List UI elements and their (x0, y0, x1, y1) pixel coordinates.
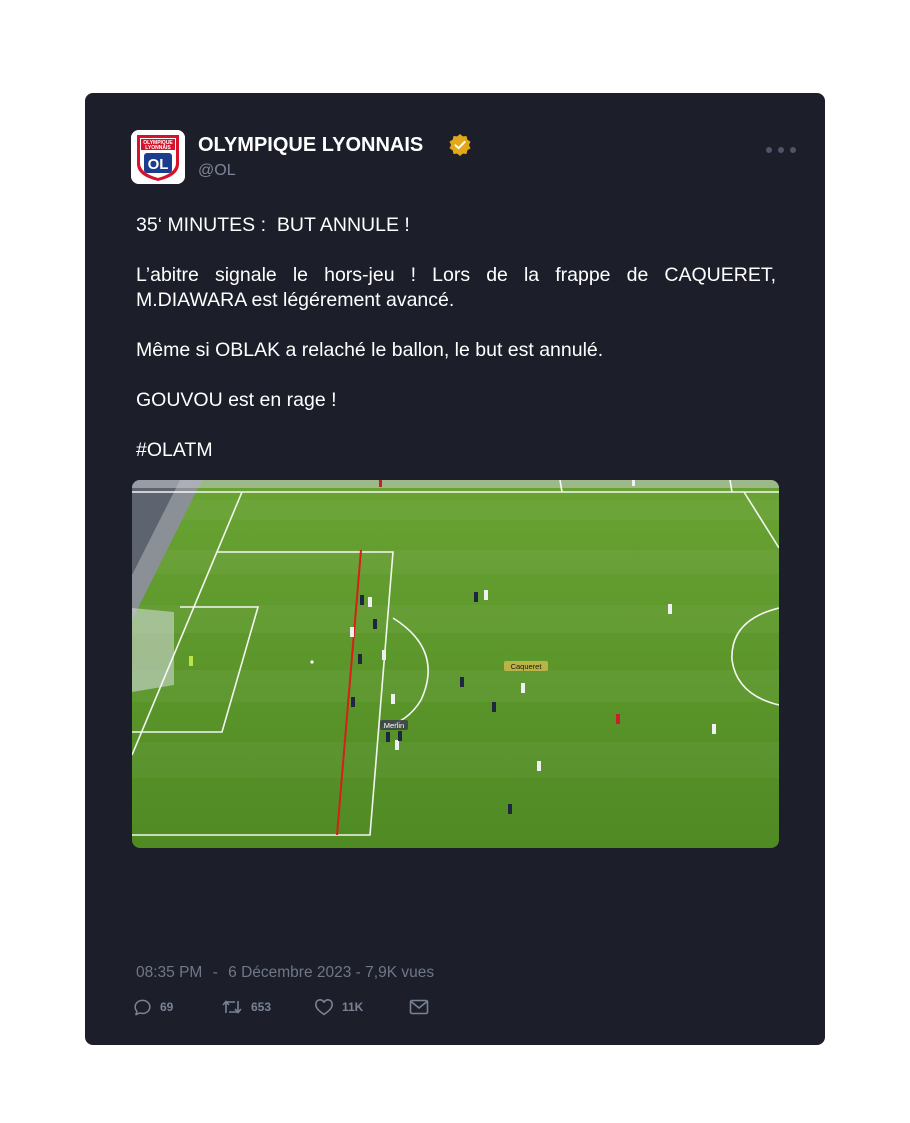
tweet-paragraph: GOUVOU est en rage ! (136, 389, 337, 411)
like-button[interactable]: 11K (314, 995, 363, 1019)
verified-badge-icon (448, 133, 472, 157)
tweet-media-image[interactable]: Caqueret Merlin (132, 480, 779, 848)
tweet-paragraph: Même si OBLAK a relaché le ballon, le bu… (136, 339, 604, 361)
tweet-actions: 69 653 11K (133, 995, 433, 1019)
meta-separator: - (212, 964, 218, 981)
like-icon (315, 999, 333, 1016)
share-button[interactable] (409, 995, 429, 1019)
retweet-icon (222, 1000, 242, 1014)
account-name[interactable]: OLYMPIQUE LYONNAIS (198, 134, 423, 157)
tweet-hashtag[interactable]: #OLATM (136, 438, 776, 463)
tweet-meta: 08:35 PM - 6 Décembre 2023 - 7,9K vues (136, 964, 434, 982)
share-icon (409, 999, 429, 1015)
account-handle[interactable]: @OL (198, 162, 236, 180)
logo-initials: OL (148, 156, 169, 173)
retweet-count: 653 (251, 1000, 272, 1014)
avatar[interactable]: OLYMPIQUE LYONNAIS OL (131, 130, 185, 184)
player-tag-caqueret: Caqueret (511, 662, 543, 671)
more-icon[interactable] (765, 141, 797, 153)
reply-count: 69 (160, 1000, 174, 1014)
reply-button[interactable]: 69 (133, 995, 173, 1019)
player-tag-merlin: Merlin (384, 721, 404, 730)
tweet-date-views: 6 Décembre 2023 - 7,9K vues (228, 964, 435, 981)
tweet-time[interactable]: 08:35 PM (136, 964, 202, 981)
tweet-card: OLYMPIQUE LYONNAIS OL OLYMPIQUE LYONNAIS… (85, 93, 825, 1045)
tweet-paragraph: L’abitre signale le hors-jeu ! Lors de l… (136, 264, 782, 311)
like-count: 11K (342, 1000, 364, 1014)
reply-icon (134, 999, 151, 1015)
logo-text-bottom: LYONNAIS (145, 145, 171, 151)
tweet-paragraph: 35‘ MINUTES : BUT ANNULE ! (136, 214, 410, 236)
retweet-button[interactable]: 653 (221, 995, 271, 1019)
tweet-text: 35‘ MINUTES : BUT ANNULE ! L’abitre sign… (136, 213, 776, 463)
